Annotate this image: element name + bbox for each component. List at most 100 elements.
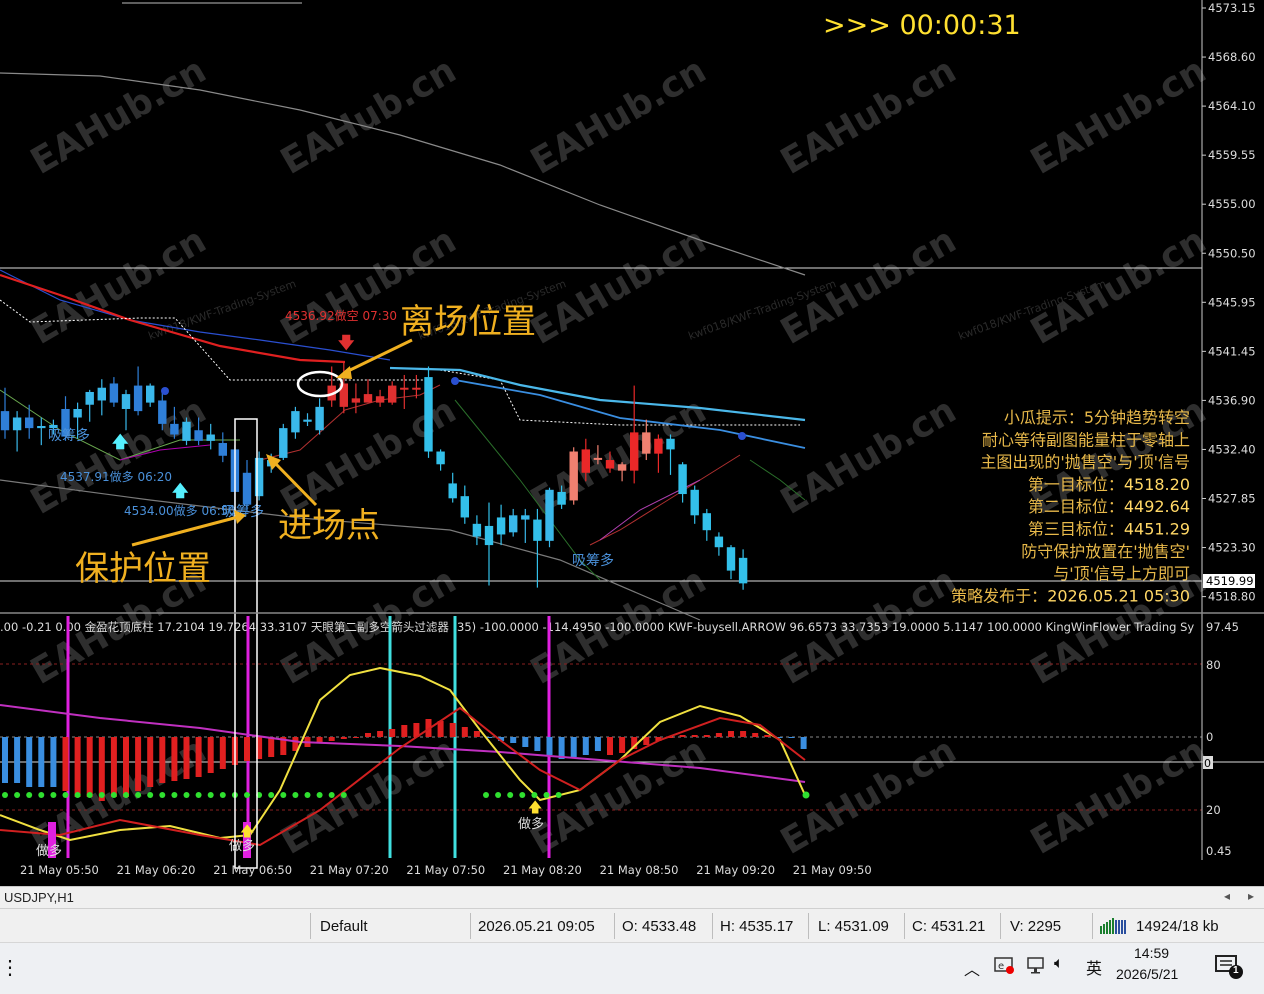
- histogram-bar: [147, 737, 154, 787]
- candle-body: [73, 408, 82, 418]
- candle-body: [363, 394, 373, 403]
- histogram-bar: [244, 737, 250, 761]
- chart-tab-bar: USDJPY,H1 ◂ ▸: [0, 886, 1264, 909]
- signal-dot-green: [340, 792, 347, 798]
- signal-dot-green: [110, 792, 117, 798]
- candle-body: [146, 385, 155, 403]
- signal-dot-green: [86, 792, 93, 798]
- show-hidden-icons-icon[interactable]: ︿: [964, 956, 980, 980]
- sub-tick-label: 80: [1206, 658, 1221, 672]
- security-icon[interactable]: e: [994, 955, 1016, 980]
- candle-body: [388, 385, 397, 403]
- histogram-bar: [352, 737, 359, 738]
- sub-tick-label: 0: [1206, 730, 1213, 744]
- strategy-info-line: 耐心等待副图能量柱于零轴上: [982, 430, 1190, 449]
- candle-body: [158, 400, 167, 424]
- histogram-bar: [86, 737, 93, 797]
- strategy-info-line: 第一目标位：4518.20: [1028, 475, 1190, 494]
- signal-dot-green: [244, 792, 250, 798]
- buy-signal-text-3: 做多: [518, 816, 544, 832]
- signal-dot-green: [183, 792, 190, 798]
- candle-body: [460, 496, 469, 518]
- strategy-info-value: 4492.64: [1124, 497, 1190, 516]
- candle-body: [714, 536, 724, 548]
- clock-time[interactable]: 14:59: [1134, 945, 1169, 961]
- price-tick-label: 4559.55: [1208, 148, 1256, 162]
- histogram-bar: [679, 735, 686, 737]
- volume-icon[interactable]: 🔈︎: [1054, 955, 1064, 973]
- candle-body: [97, 387, 106, 401]
- strategy-info-label: 耐心等待副图能量柱于零轴上: [982, 430, 1190, 449]
- strategy-info-value: 4451.29: [1124, 520, 1190, 539]
- candle-body: [642, 432, 651, 454]
- tab-next-icon[interactable]: ▸: [1248, 889, 1254, 903]
- tab-prev-icon[interactable]: ◂: [1224, 889, 1230, 903]
- candle-body: [254, 457, 264, 497]
- status-high: H: 4535.17: [720, 918, 794, 935]
- signal-dot-green: [147, 792, 154, 798]
- countdown-timer: >>> 00:00:31: [823, 10, 1021, 41]
- strategy-info-label: 防守保护放置在'抛售空': [1021, 542, 1190, 561]
- signal-dot-green: [135, 792, 142, 798]
- buy-signal-label-2: 4534.00做多 06:50: [124, 503, 236, 518]
- histogram-bar: [582, 737, 589, 755]
- network-icon[interactable]: [1026, 955, 1046, 980]
- status-close: C: 4531.21: [912, 918, 986, 935]
- candle-body: [424, 377, 433, 452]
- buy-arrow-icon-2: 🡅: [172, 481, 189, 500]
- histogram-bar: [135, 737, 142, 791]
- strategy-info-label: 第二目标位：: [1028, 497, 1124, 516]
- signal-dot-green: [123, 792, 129, 798]
- clock-date[interactable]: 2026/5/21: [1116, 966, 1178, 982]
- price-chart-canvas[interactable]: EAHub.cn EAHub.cn EAHub.cn EAHub.cn EAHub.cn…: [0, 0, 1264, 886]
- signal-dot: [161, 387, 169, 395]
- candle-body: [496, 517, 506, 535]
- price-tick-label: 4550.50: [1208, 246, 1256, 260]
- tab-usdjpy-h1[interactable]: USDJPY,H1: [4, 890, 74, 905]
- histogram-bar: [510, 737, 517, 743]
- time-tick-label: 21 May 06:50: [213, 863, 292, 877]
- strategy-info-label: 策略发布于：: [951, 586, 1047, 605]
- candle-body: [109, 383, 119, 403]
- histogram-bar: [110, 737, 117, 797]
- candle-body: [279, 428, 288, 458]
- notification-icon[interactable]: 1: [1214, 953, 1246, 986]
- time-tick-label: 21 May 06:20: [117, 863, 196, 877]
- accumulate-long-label-3: 吸筹多: [572, 552, 614, 569]
- candle-body: [448, 483, 457, 499]
- histogram-bar: [365, 733, 371, 737]
- accumulate-long-label: 吸筹多: [48, 427, 90, 444]
- signal-dot-green: [268, 792, 275, 798]
- svg-text:e: e: [998, 961, 1004, 972]
- sell-signal-label: 4536.92做空 07:30: [285, 308, 397, 323]
- buy-signal-label: 4537.91做多 06:20: [60, 469, 172, 484]
- histogram-bar: [570, 737, 577, 757]
- sub-tick-label: 97.45: [1206, 620, 1239, 634]
- signal-dot-green: [519, 792, 526, 798]
- current-price-label: 4519.99: [1206, 574, 1254, 588]
- candle-body: [303, 419, 312, 422]
- status-traffic: 14924/18 kb: [1136, 918, 1219, 935]
- candle-body: [678, 464, 687, 495]
- candle-body: [666, 438, 675, 450]
- signal-dot-green: [98, 792, 105, 798]
- ime-indicator[interactable]: 英: [1086, 955, 1102, 979]
- histogram-bar: [98, 737, 105, 801]
- taskbar-edge-icon[interactable]: ⋮: [0, 955, 20, 980]
- histogram-bar: [26, 737, 33, 787]
- connection-bars-icon[interactable]: [1100, 918, 1130, 938]
- histogram-bar: [74, 737, 81, 797]
- candle-body: [533, 519, 542, 541]
- histogram-bar: [268, 737, 275, 757]
- histogram-bar: [764, 735, 771, 737]
- sub-tick-label: 20: [1206, 803, 1221, 817]
- status-profile[interactable]: Default: [320, 918, 368, 935]
- histogram-bar: [340, 737, 347, 739]
- candle-body: [194, 430, 203, 441]
- candle-body: [351, 398, 361, 403]
- buy-arrow-sub-icon-2: 🡅: [528, 800, 542, 816]
- strategy-info-line: 第二目标位：4492.64: [1028, 497, 1190, 516]
- buy-arrow-sub-icon: 🡅: [240, 824, 254, 840]
- price-tick-label: 4564.10: [1208, 99, 1256, 113]
- signal-dot-green: [304, 792, 311, 798]
